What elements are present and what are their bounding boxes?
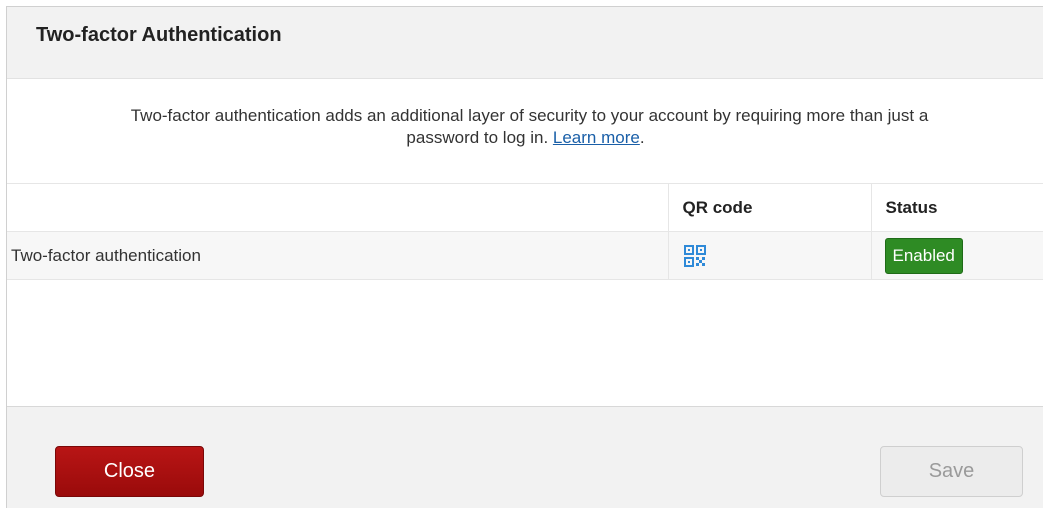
column-header-qr-code: QR code bbox=[667, 183, 871, 232]
description-period: . bbox=[639, 128, 645, 147]
dialog-description: Two-factor authentication adds an additi… bbox=[7, 105, 1043, 149]
auth-methods-table: QR code Status Two-factor authentication bbox=[7, 183, 1043, 280]
table-row: Two-factor authentication Enabled bbox=[7, 231, 1043, 280]
row-qr-cell bbox=[667, 231, 871, 280]
description-text: password to log in. bbox=[406, 128, 553, 147]
qr-code-icon[interactable] bbox=[683, 244, 707, 268]
learn-more-link[interactable]: Learn more bbox=[553, 128, 640, 147]
save-button[interactable]: Save bbox=[880, 446, 1023, 497]
row-name: Two-factor authentication bbox=[7, 231, 668, 280]
row-status-cell: Enabled bbox=[870, 231, 1043, 280]
dialog-title: Two-factor Authentication bbox=[36, 24, 282, 46]
description-line-1: Two-factor authentication adds an additi… bbox=[130, 106, 929, 125]
dialog-header: Two-factor Authentication bbox=[7, 7, 1043, 79]
status-badge: Enabled bbox=[884, 237, 963, 274]
column-header-name bbox=[7, 183, 668, 232]
two-factor-dialog: Two-factor Authentication Two-factor aut… bbox=[6, 6, 1043, 508]
dialog-footer: Close Save bbox=[7, 406, 1043, 508]
table-header-row: QR code Status bbox=[7, 183, 1043, 232]
column-header-status: Status bbox=[870, 183, 1043, 232]
close-button[interactable]: Close bbox=[55, 446, 204, 497]
description-line-2: password to log in. Learn more. bbox=[7, 127, 1043, 149]
